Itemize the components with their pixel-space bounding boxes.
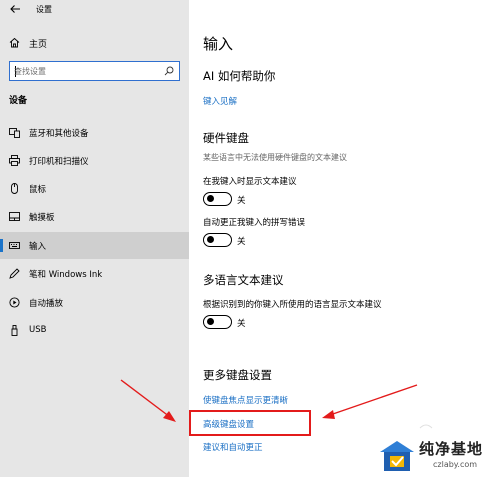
window-title: 设置 bbox=[36, 5, 52, 14]
settings-content: 输入 AI 如何帮助你 键入见解 硬件键盘 某些语言中无法使用硬件键盘的文本建议… bbox=[189, 0, 500, 477]
usb-icon bbox=[11, 325, 18, 336]
sidebar-item-label: 笔和 Windows Ink bbox=[29, 270, 103, 280]
toggle-state: 关 bbox=[237, 196, 246, 206]
toggle-knob bbox=[207, 236, 214, 244]
mouse-icon bbox=[11, 183, 18, 194]
sidebar-item-mouse[interactable]: 鼠标 bbox=[0, 175, 189, 202]
watermark: 纯净基地 czlaby.com bbox=[377, 436, 500, 477]
suggestions-autocorrect-link[interactable]: 建议和自动更正 bbox=[203, 441, 263, 453]
toggle-knob bbox=[207, 195, 214, 203]
hardware-keyboard-description: 某些语言中无法使用硬件键盘的文本建议 bbox=[203, 153, 347, 162]
autocorrect-label: 自动更正我键入的拼写错误 bbox=[203, 218, 306, 228]
sidebar-item-label: 主页 bbox=[29, 40, 48, 50]
ai-heading: AI 如何帮助你 bbox=[203, 69, 276, 83]
multilingual-label: 根据识别到的你键入所使用的语言显示文本建议 bbox=[203, 300, 382, 310]
selection-indicator bbox=[0, 239, 3, 252]
watermark-logo-icon bbox=[380, 441, 414, 471]
home-icon bbox=[9, 37, 20, 48]
sidebar-item-autoplay[interactable]: 自动播放 bbox=[0, 289, 189, 316]
sidebar-item-home[interactable]: 主页 bbox=[0, 33, 189, 53]
sidebar-item-label: 鼠标 bbox=[29, 185, 47, 195]
show-suggestions-toggle[interactable] bbox=[203, 192, 232, 206]
more-keyboard-heading: 更多键盘设置 bbox=[203, 368, 272, 382]
section-heading: 设备 bbox=[9, 96, 28, 106]
toggle-state: 关 bbox=[237, 319, 246, 329]
search-icon[interactable] bbox=[164, 66, 174, 76]
sidebar-item-typing[interactable]: 输入 bbox=[0, 232, 189, 259]
sidebar-item-label: 输入 bbox=[29, 242, 47, 252]
show-suggestions-label: 在我键入时显示文本建议 bbox=[203, 177, 297, 187]
page-title: 输入 bbox=[203, 35, 234, 53]
bluetooth-device-icon bbox=[9, 128, 20, 138]
touchpad-icon bbox=[9, 212, 20, 221]
title-bar: 设置 bbox=[0, 0, 189, 20]
search-input[interactable] bbox=[14, 64, 159, 78]
sidebar-item-pen[interactable]: 笔和 Windows Ink bbox=[0, 260, 189, 287]
typing-insights-link[interactable]: 键入见解 bbox=[203, 95, 237, 107]
back-arrow-icon[interactable] bbox=[9, 3, 21, 15]
autoplay-icon bbox=[9, 297, 20, 308]
keyboard-focus-link[interactable]: 使键盘焦点显示更清晰 bbox=[203, 394, 288, 406]
sidebar-item-printers[interactable]: 打印机和扫描仪 bbox=[0, 147, 189, 174]
sidebar-item-usb[interactable]: USB bbox=[0, 317, 189, 344]
keyboard-icon bbox=[9, 242, 20, 249]
sidebar-item-label: 触摸板 bbox=[29, 213, 55, 223]
multilingual-toggle[interactable] bbox=[203, 315, 232, 329]
sidebar-item-label: USB bbox=[29, 325, 47, 335]
multilingual-heading: 多语言文本建议 bbox=[203, 273, 284, 287]
search-box[interactable] bbox=[9, 61, 180, 81]
annotation-highlight-box bbox=[189, 410, 311, 436]
pen-icon bbox=[9, 268, 20, 279]
sidebar-item-touchpad[interactable]: 触摸板 bbox=[0, 203, 189, 230]
watermark-text: 纯净基地 bbox=[419, 440, 484, 458]
watermark-subtext: czlaby.com bbox=[433, 460, 478, 469]
settings-sidebar: 设置 主页 设备 蓝牙和其他设备 打印机和扫描仪 bbox=[0, 0, 189, 477]
printer-icon bbox=[9, 155, 20, 166]
autocorrect-toggle[interactable] bbox=[203, 233, 232, 247]
toggle-state: 关 bbox=[237, 237, 246, 247]
sidebar-item-label: 自动播放 bbox=[29, 299, 64, 309]
sidebar-item-label: 蓝牙和其他设备 bbox=[29, 129, 89, 139]
sidebar-item-bluetooth[interactable]: 蓝牙和其他设备 bbox=[0, 119, 189, 146]
sidebar-item-label: 打印机和扫描仪 bbox=[29, 157, 89, 167]
toggle-knob bbox=[207, 318, 214, 326]
hardware-keyboard-heading: 硬件键盘 bbox=[203, 131, 249, 145]
